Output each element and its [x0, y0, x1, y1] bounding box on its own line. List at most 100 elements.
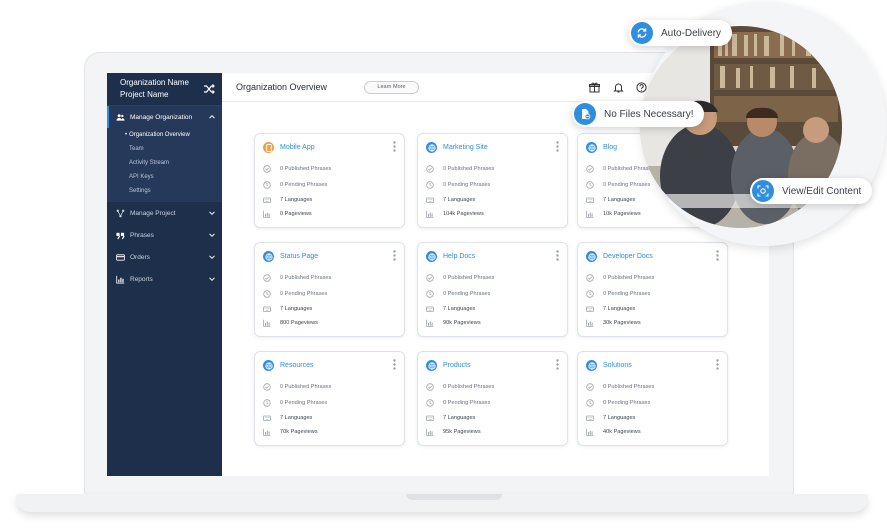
globe-icon: [586, 251, 597, 262]
nav-label: Orders: [130, 253, 150, 261]
published-phrases: 0 Published Phrases: [603, 275, 655, 281]
more-options-icon[interactable]: [716, 359, 719, 370]
more-options-icon[interactable]: [393, 359, 396, 370]
languages-count: 7 Languages: [443, 415, 476, 421]
project-card[interactable]: Solutions 0 Published Phrases 0 Pending …: [577, 351, 728, 446]
sub-organization-overview[interactable]: Organization Overview: [107, 128, 222, 142]
nav-label: Reports: [130, 275, 153, 283]
clock-icon: [263, 399, 271, 407]
sub-settings[interactable]: Settings: [107, 184, 222, 198]
project-card[interactable]: Mobile App 0 Published Phrases 0 Pending…: [254, 133, 405, 228]
languages-count: 7 Languages: [603, 197, 636, 203]
card-title[interactable]: Developer Docs: [603, 253, 653, 260]
bar-chart-icon: [426, 428, 434, 436]
clock-icon: [586, 181, 594, 189]
bar-chart-icon: [586, 428, 594, 436]
users-icon: [116, 113, 125, 121]
languages-count: 7 Languages: [280, 197, 313, 203]
more-options-icon[interactable]: [556, 250, 559, 261]
card-title[interactable]: Resources: [280, 362, 313, 369]
project-card[interactable]: Developer Docs 0 Published Phrases 0 Pen…: [577, 242, 728, 337]
languages-count: 7 Languages: [603, 415, 636, 421]
chevron-up-icon: [209, 114, 215, 119]
project-card[interactable]: Help Docs 0 Published Phrases 0 Pending …: [417, 242, 568, 337]
nav-manage-project[interactable]: Manage Project: [107, 202, 222, 224]
pageviews-count: 30k Pageviews: [603, 320, 641, 326]
gift-icon[interactable]: [589, 82, 600, 93]
manage-organization-section: Manage Organization Organization Overvie…: [107, 106, 222, 202]
quote-icon: [116, 232, 125, 239]
pending-phrases: 0 Pending Phrases: [443, 291, 491, 297]
checkmark-circle-icon: [263, 383, 271, 391]
pending-phrases: 0 Pending Phrases: [280, 291, 328, 297]
globe-icon: [263, 360, 274, 371]
checkmark-circle-icon: [586, 274, 594, 282]
bar-chart-icon: [263, 428, 271, 436]
project-card[interactable]: Marketing Site 0 Published Phrases 0 Pen…: [417, 133, 568, 228]
card-title[interactable]: Products: [443, 362, 471, 369]
sync-icon: [631, 22, 653, 44]
more-options-icon[interactable]: [556, 141, 559, 152]
card-title[interactable]: Mobile App: [280, 144, 315, 151]
pageviews-count: 10k Pageviews: [603, 211, 641, 217]
bar-chart-icon: [116, 275, 125, 284]
org-switcher[interactable]: Organization Name Project Name: [107, 73, 222, 106]
languages-count: 7 Languages: [280, 415, 313, 421]
view-edit-label: View/Edit Content: [782, 185, 862, 197]
more-options-icon[interactable]: [393, 250, 396, 261]
pending-phrases: 0 Pending Phrases: [603, 400, 651, 406]
globe-icon: [586, 142, 597, 153]
sub-activity-stream[interactable]: Activity Stream: [107, 156, 222, 170]
keyboard-icon: [263, 306, 271, 312]
scan-icon: [752, 180, 774, 202]
project-card[interactable]: Status Page 0 Published Phrases 0 Pendin…: [254, 242, 405, 337]
pageviews-count: 70k Pageviews: [280, 429, 318, 435]
project-card[interactable]: Resources 0 Published Phrases 0 Pending …: [254, 351, 405, 446]
published-phrases: 0 Published Phrases: [280, 384, 332, 390]
bar-chart-icon: [586, 319, 594, 327]
bar-chart-icon: [263, 210, 271, 218]
pageviews-count: 40k Pageviews: [603, 429, 641, 435]
published-phrases: 0 Published Phrases: [603, 384, 655, 390]
pending-phrases: 0 Pending Phrases: [443, 400, 491, 406]
nav-manage-organization[interactable]: Manage Organization: [107, 106, 222, 128]
bar-chart-icon: [426, 319, 434, 327]
card-title[interactable]: Status Page: [280, 253, 318, 260]
globe-icon: [426, 251, 437, 262]
languages-count: 7 Languages: [603, 306, 636, 312]
more-options-icon[interactable]: [556, 359, 559, 370]
bell-icon[interactable]: [613, 82, 624, 93]
chevron-down-icon: [209, 255, 215, 260]
clock-icon: [586, 399, 594, 407]
sub-team[interactable]: Team: [107, 142, 222, 156]
nav-reports[interactable]: Reports: [107, 268, 222, 290]
clock-icon: [426, 181, 434, 189]
nav-orders[interactable]: Orders: [107, 246, 222, 268]
card-icon: [116, 253, 125, 261]
keyboard-icon: [426, 197, 434, 203]
published-phrases: 0 Published Phrases: [443, 384, 495, 390]
card-title[interactable]: Marketing Site: [443, 144, 488, 151]
pageviews-count: 95k Pageviews: [443, 429, 481, 435]
clock-icon: [263, 290, 271, 298]
checkmark-circle-icon: [426, 274, 434, 282]
globe-icon: [586, 360, 597, 371]
card-title[interactable]: Solutions: [603, 362, 632, 369]
learn-more-button[interactable]: Learn More: [364, 81, 419, 94]
keyboard-icon: [263, 197, 271, 203]
bar-chart-icon: [263, 319, 271, 327]
chevron-down-icon: [209, 211, 215, 216]
globe-icon: [426, 360, 437, 371]
more-options-icon[interactable]: [716, 250, 719, 261]
card-title[interactable]: Help Docs: [443, 253, 475, 260]
pageviews-count: 90k Pageviews: [443, 320, 481, 326]
published-phrases: 0 Published Phrases: [443, 275, 495, 281]
shuffle-icon[interactable]: [203, 83, 215, 95]
keyboard-icon: [586, 415, 594, 421]
sub-api-keys[interactable]: API Keys: [107, 170, 222, 184]
more-options-icon[interactable]: [393, 141, 396, 152]
card-title[interactable]: Blog: [603, 144, 617, 151]
pending-phrases: 0 Pending Phrases: [280, 400, 328, 406]
project-card[interactable]: Products 0 Published Phrases 0 Pending P…: [417, 351, 568, 446]
nav-phrases[interactable]: Phrases: [107, 224, 222, 246]
